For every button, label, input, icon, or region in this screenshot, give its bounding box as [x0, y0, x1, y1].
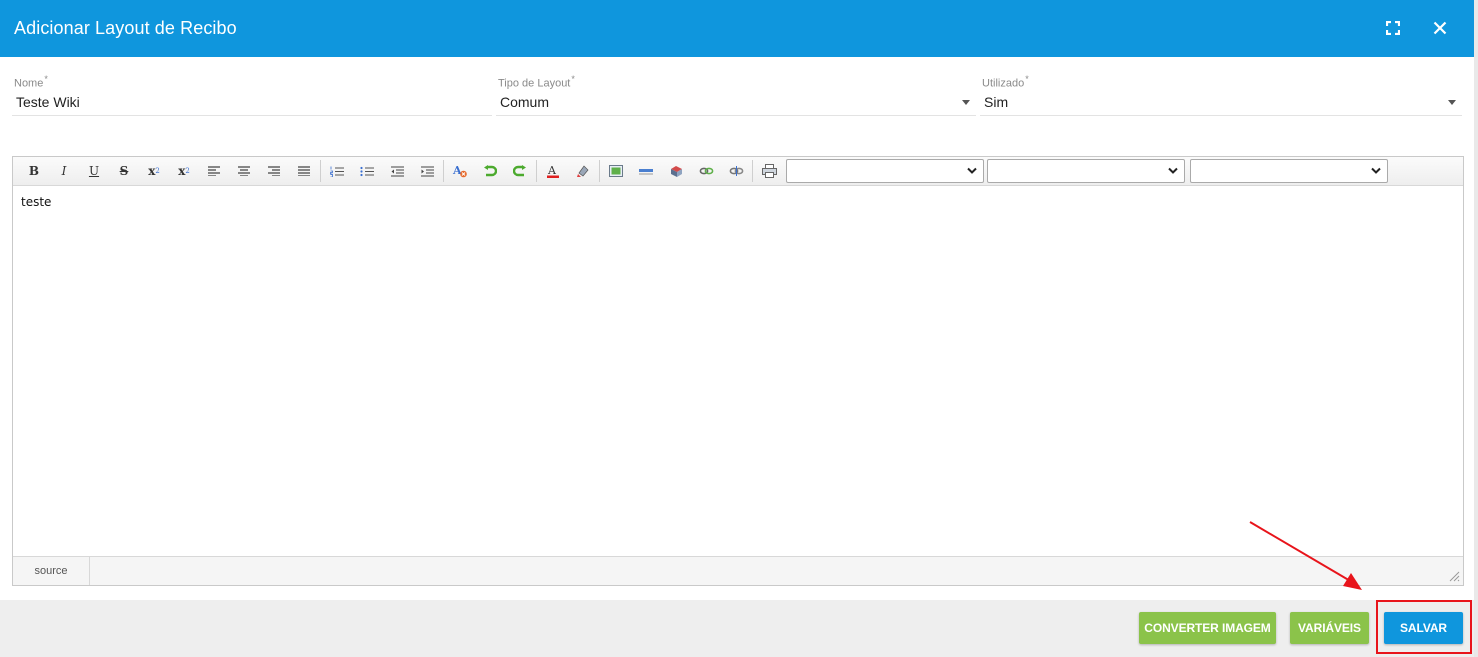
chevron-down-icon[interactable]: [1448, 100, 1456, 105]
unlink-button[interactable]: [721, 158, 751, 184]
insert-link-button[interactable]: [691, 158, 721, 184]
underline-button[interactable]: U: [79, 158, 109, 184]
align-left-icon: [208, 166, 220, 176]
undo-button[interactable]: [475, 158, 505, 184]
tipo-layout-select[interactable]: Tipo de Layout* Comum: [496, 72, 976, 116]
underline-icon: U: [88, 164, 100, 178]
subscript-icon: x: [148, 164, 156, 178]
strikethrough-button[interactable]: S: [109, 158, 139, 184]
format-select[interactable]: [786, 159, 984, 183]
source-tab[interactable]: source: [13, 557, 90, 585]
nome-label: Nome*: [14, 74, 48, 90]
insert-image-button[interactable]: [601, 158, 631, 184]
ordered-list-icon: [330, 166, 344, 177]
redo-icon: [513, 165, 526, 177]
dialog-title: Adicionar Layout de Recibo: [14, 18, 237, 38]
unordered-list-icon: [360, 166, 374, 176]
rich-text-editor: B I U S x2 x2 A A teste source: [12, 156, 1464, 586]
utilizado-select[interactable]: Utilizado* Sim: [980, 72, 1462, 116]
italic-button[interactable]: I: [49, 158, 79, 184]
highlight-color-icon: [577, 165, 589, 177]
superscript-icon: x: [178, 164, 186, 178]
dialog-header: Adicionar Layout de Recibo: [0, 0, 1474, 57]
nome-input[interactable]: Teste Wiki: [16, 94, 80, 110]
justify-button[interactable]: [289, 158, 319, 184]
horizontal-rule-button[interactable]: [631, 158, 661, 184]
toolbar-divider: [443, 160, 444, 182]
toolbar-divider: [599, 160, 600, 182]
toolbar-divider: [320, 160, 321, 182]
fullscreen-icon[interactable]: [1381, 16, 1405, 40]
chevron-down-icon: [967, 167, 977, 174]
align-left-button[interactable]: [199, 158, 229, 184]
font-color-button[interactable]: A: [538, 158, 568, 184]
bold-button[interactable]: B: [19, 158, 49, 184]
align-right-icon: [268, 166, 280, 176]
outdent-icon: [390, 165, 404, 177]
bold-icon: B: [28, 164, 40, 178]
font-size-select[interactable]: [1190, 159, 1388, 183]
unordered-list-button[interactable]: [352, 158, 382, 184]
tipo-layout-value: Comum: [500, 94, 550, 110]
horizontal-rule-icon: [639, 169, 653, 175]
resize-grip-icon[interactable]: [1448, 570, 1460, 582]
editor-statusbar: source: [13, 556, 1463, 585]
redo-button[interactable]: [505, 158, 535, 184]
remove-format-icon: A: [452, 164, 467, 178]
convert-image-button[interactable]: CONVERTER IMAGEM: [1139, 612, 1276, 644]
remove-format-button[interactable]: A: [445, 158, 475, 184]
indent-icon: [420, 165, 434, 177]
italic-icon: I: [61, 164, 67, 178]
align-center-icon: [238, 166, 250, 176]
toolbar-divider: [536, 160, 537, 182]
close-icon[interactable]: [1428, 16, 1452, 40]
scrollbar[interactable]: [1474, 0, 1478, 657]
superscript-button[interactable]: x2: [169, 158, 199, 184]
print-icon: [761, 164, 777, 178]
highlight-color-button[interactable]: [568, 158, 598, 184]
editor-toolbar: B I U S x2 x2 A A: [13, 157, 1463, 186]
image-icon: [609, 165, 623, 177]
insert-table-button[interactable]: [661, 158, 691, 184]
print-button[interactable]: [754, 158, 784, 184]
chevron-down-icon: [1168, 167, 1178, 174]
svg-text:A: A: [547, 164, 557, 177]
font-family-select[interactable]: [987, 159, 1185, 183]
undo-icon: [484, 165, 497, 177]
toolbar-divider: [752, 160, 753, 182]
utilizado-label: Utilizado*: [982, 74, 1029, 90]
justify-icon: [298, 166, 310, 176]
subscript-button[interactable]: x2: [139, 158, 169, 184]
outdent-button[interactable]: [382, 158, 412, 184]
link-icon: [699, 167, 713, 175]
font-color-icon: A: [547, 164, 559, 178]
nome-field[interactable]: Nome* Teste Wiki: [12, 72, 492, 116]
align-right-button[interactable]: [259, 158, 289, 184]
unlink-icon: [729, 166, 743, 176]
strikethrough-icon: S: [119, 164, 129, 178]
utilizado-value: Sim: [984, 94, 1009, 110]
align-center-button[interactable]: [229, 158, 259, 184]
editor-content[interactable]: teste: [21, 195, 51, 209]
indent-button[interactable]: [412, 158, 442, 184]
dialog-footer: CONVERTER IMAGEM VARIÁVEIS SALVAR: [0, 600, 1474, 657]
variables-button[interactable]: VARIÁVEIS: [1290, 612, 1369, 644]
chevron-down-icon: [1371, 167, 1381, 174]
ordered-list-button[interactable]: [322, 158, 352, 184]
table-3d-icon: [671, 165, 682, 177]
dialog: Adicionar Layout de Recibo Nome* Teste W…: [0, 0, 1478, 657]
annotation-highlight-box: [1376, 600, 1472, 654]
tipo-layout-label: Tipo de Layout*: [498, 74, 575, 90]
chevron-down-icon[interactable]: [962, 100, 970, 105]
